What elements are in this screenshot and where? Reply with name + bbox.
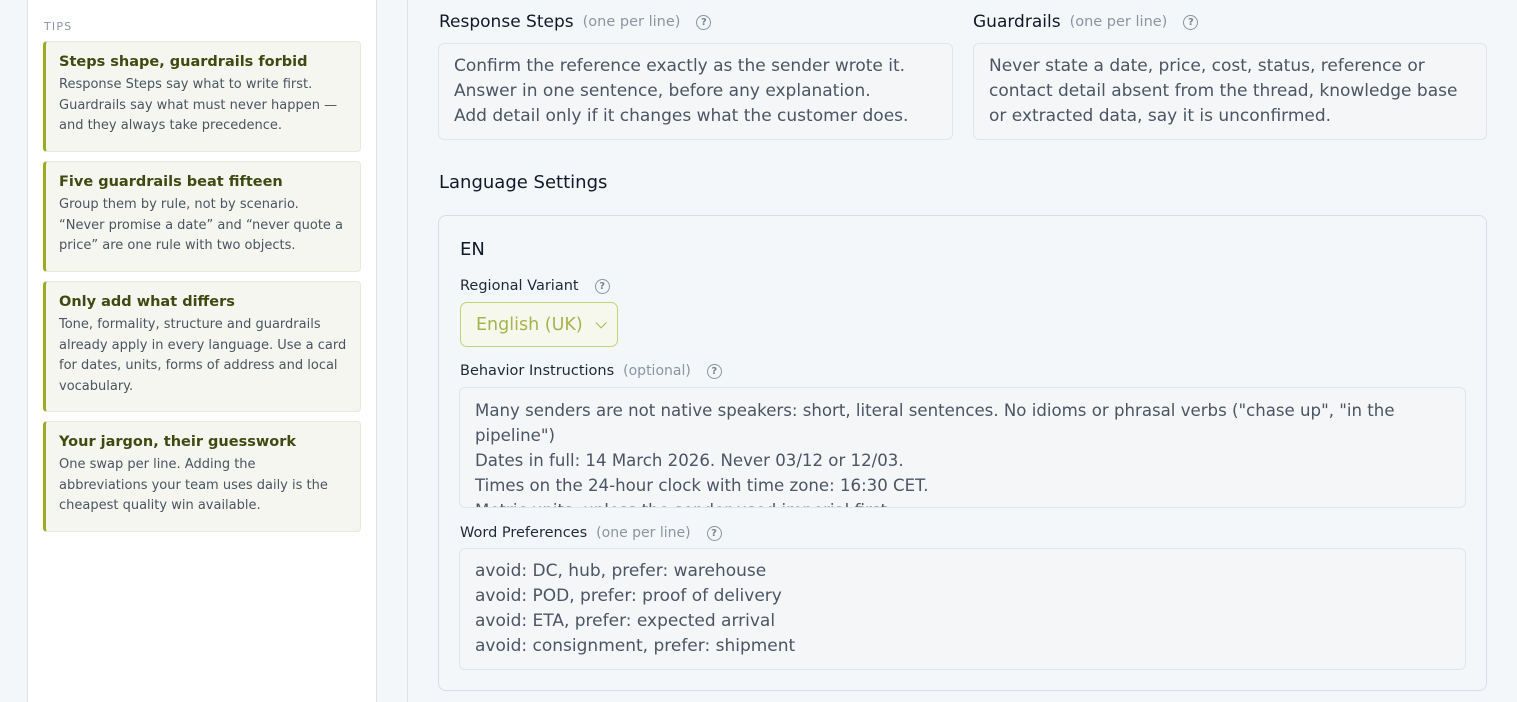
response-steps-textarea[interactable]: Confirm the reference exactly as the sen… <box>438 43 953 140</box>
language-code: EN <box>460 239 485 260</box>
behavior-instructions-textarea[interactable]: Many senders are not native speakers: sh… <box>459 387 1466 508</box>
response-steps-label: Response Steps (one per line) ? <box>439 12 712 32</box>
guardrails-label: Guardrails (one per line) ? <box>973 12 1199 32</box>
tip-title: Five guardrails beat fifteen <box>59 174 283 190</box>
word-preferences-hint: (one per line) <box>596 525 691 541</box>
tip-body: One swap per line. Adding the abbreviati… <box>59 457 328 513</box>
behavior-instructions-label: Behavior Instructions (optional) ? <box>460 363 722 379</box>
word-preferences-textarea[interactable]: avoid: DC, hub, prefer: warehouse avoid:… <box>459 548 1466 670</box>
regional-variant-label-text: Regional Variant <box>460 278 579 294</box>
word-preferences-label: Word Preferences (one per line) ? <box>460 525 722 541</box>
help-icon[interactable]: ? <box>706 363 722 379</box>
tip-title: Only add what differs <box>59 294 235 310</box>
tip-body: Tone, formality, structure and guardrail… <box>59 317 347 394</box>
help-icon[interactable]: ? <box>594 278 610 294</box>
help-icon[interactable]: ? <box>696 14 712 30</box>
help-icon[interactable]: ? <box>706 525 722 541</box>
regional-variant-label: Regional Variant ? <box>460 278 610 294</box>
guardrails-label-text: Guardrails <box>973 12 1061 32</box>
tips-heading: TIPS <box>44 20 73 33</box>
tip-card: Five guardrails beat fifteen Group them … <box>43 161 361 272</box>
tip-title: Steps shape, guardrails forbid <box>59 54 308 70</box>
tips-sidebar: TIPS Steps shape, guardrails forbid Resp… <box>27 0 377 702</box>
language-settings-title: Language Settings <box>439 172 608 193</box>
page: TIPS Steps shape, guardrails forbid Resp… <box>0 0 1517 702</box>
guardrails-hint: (one per line) <box>1069 14 1168 30</box>
tip-card: Steps shape, guardrails forbid Response … <box>43 41 361 152</box>
word-preferences-label-text: Word Preferences <box>460 525 588 541</box>
tip-card: Only add what differs Tone, formality, s… <box>43 281 361 412</box>
guardrails-textarea[interactable]: Never state a date, price, cost, status,… <box>973 43 1487 140</box>
response-steps-label-text: Response Steps <box>439 12 574 32</box>
help-icon[interactable]: ? <box>1183 14 1199 30</box>
tip-body: Response Steps say what to write first. … <box>59 77 338 133</box>
chevron-down-icon <box>595 316 607 329</box>
language-card: EN Regional Variant ? English (UK) Behav… <box>438 215 1487 691</box>
settings-panel: Response Steps (one per line) ? Confirm … <box>407 0 1517 702</box>
behavior-instructions-hint: (optional) <box>623 363 691 379</box>
tip-title: Your jargon, their guesswork <box>59 434 296 450</box>
tip-body: Group them by rule, not by scenario. “Ne… <box>59 197 344 253</box>
behavior-instructions-label-text: Behavior Instructions <box>460 363 615 379</box>
response-steps-hint: (one per line) <box>582 14 681 30</box>
regional-variant-value: English (UK) <box>476 314 583 335</box>
regional-variant-select[interactable]: English (UK) <box>460 302 618 347</box>
tip-card: Your jargon, their guesswork One swap pe… <box>43 421 361 532</box>
